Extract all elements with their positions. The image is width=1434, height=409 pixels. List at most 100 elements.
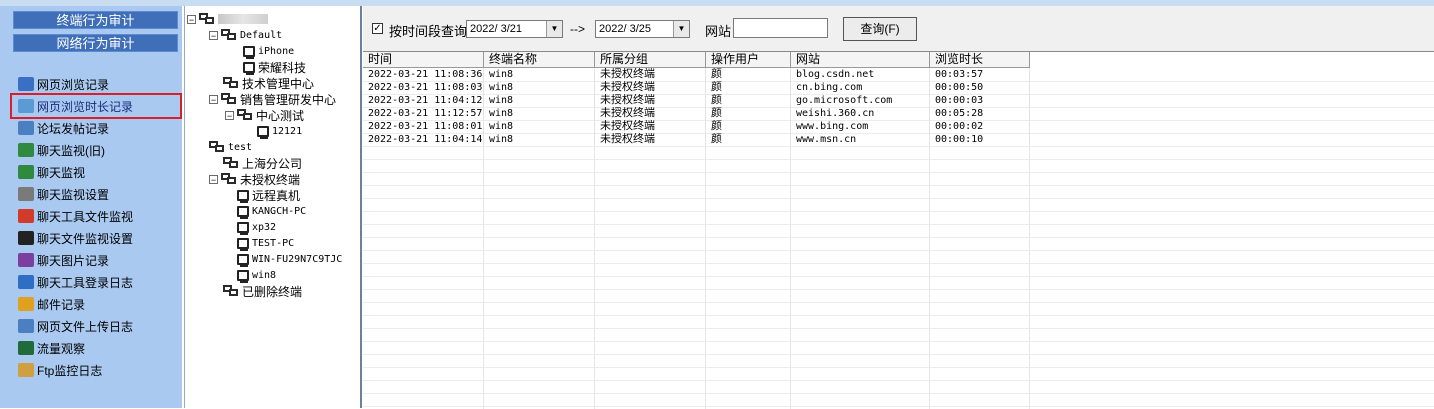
network-audit-button[interactable]: 网络行为审计: [13, 34, 178, 52]
row-gridline: [363, 380, 1434, 381]
table-row[interactable]: 2022-03-21 11:04:12 win8 未授权终端颜 go.microsof…: [363, 94, 1434, 107]
tree-node[interactable]: 技术管理中心: [223, 75, 314, 91]
sidebar-item[interactable]: 聊天工具文件监视: [18, 205, 178, 227]
end-date-picker[interactable]: 2022/ 3/25 ▼: [595, 20, 690, 38]
site-input[interactable]: [733, 18, 828, 38]
terminal-tree[interactable]: − − Default iPhone 荣耀科技 技术管理中心 − 销售管理研发中心 − 中心测试 1…: [184, 6, 362, 408]
tree-node-label: iPhone: [258, 45, 295, 57]
sidebar-item-label: Ftp监控日志: [37, 363, 103, 378]
computer-icon: [257, 125, 269, 139]
table-cell: 00:00:10: [930, 133, 1030, 146]
tree-node[interactable]: −: [187, 11, 268, 27]
table-cell: 00:00:50: [930, 81, 1030, 94]
computer-icon: [243, 45, 255, 59]
sidebar-item[interactable]: 聊天图片记录: [18, 249, 178, 271]
sidebar-item[interactable]: 聊天文件监视设置: [18, 227, 178, 249]
row-gridline: [363, 263, 1434, 264]
table-row[interactable]: 2022-03-21 11:08:01 win8 未授权终端颜 www.bing.co…: [363, 120, 1434, 133]
sidebar-item[interactable]: 邮件记录: [18, 293, 178, 315]
tree-node[interactable]: − 未授权终端: [209, 171, 300, 187]
row-gridline: [363, 393, 1434, 394]
tree-node[interactable]: TEST-PC: [237, 235, 294, 251]
tree-node[interactable]: test: [209, 139, 252, 155]
row-gridline: [363, 367, 1434, 368]
computer-icon: [237, 189, 249, 203]
table-cell: 00:00:02: [930, 120, 1030, 133]
time-range-checkbox[interactable]: ✓: [372, 23, 383, 34]
tree-node[interactable]: iPhone: [243, 43, 294, 59]
tree-node[interactable]: 上海分公司: [223, 155, 302, 171]
row-gridline: [363, 185, 1434, 186]
tree-node[interactable]: xp32: [237, 219, 276, 235]
login-log-icon: [18, 275, 34, 289]
column-header[interactable]: 所属分组: [595, 52, 706, 67]
sidebar-item[interactable]: 网页浏览时长记录: [10, 93, 182, 119]
tree-node[interactable]: win8: [237, 267, 276, 283]
tree-node[interactable]: WIN-FU29N7C9TJC: [237, 251, 342, 267]
sidebar-item[interactable]: Ftp监控日志: [18, 359, 178, 381]
table-row[interactable]: 2022-03-21 11:04:14 win8 未授权终端颜 www.msn.cn 0…: [363, 133, 1434, 146]
collapse-toggle-icon[interactable]: −: [209, 30, 218, 40]
tree-node[interactable]: KANGCH-PC: [237, 203, 306, 219]
query-button[interactable]: 查询(F): [843, 17, 917, 41]
sidebar-item-label: 聊天监视: [37, 165, 86, 180]
column-header[interactable]: 操作用户: [706, 52, 791, 67]
chevron-down-icon[interactable]: ▼: [673, 21, 689, 37]
tree-node[interactable]: 远程真机: [237, 187, 300, 203]
sidebar-item[interactable]: 网页文件上传日志: [18, 315, 178, 337]
time-range-label: 按时间段查询: [389, 24, 468, 39]
row-gridline: [363, 211, 1434, 212]
table-row[interactable]: 2022-03-21 11:08:36 win8 未授权终端颜 blog.csdn.n…: [363, 68, 1434, 81]
table-cell: 未授权终端: [595, 94, 706, 107]
table-cell: 颜: [706, 133, 791, 146]
table-cell: 00:03:57: [930, 68, 1030, 81]
table-cell: 2022-03-21 11:12:57: [363, 107, 484, 120]
row-gridline: [363, 354, 1434, 355]
tree-node[interactable]: − 中心测试: [225, 107, 304, 123]
sidebar-item[interactable]: 聊天工具登录日志: [18, 271, 178, 293]
table-cell: www.bing.com: [791, 120, 930, 133]
sidebar-item[interactable]: 聊天监视(旧): [18, 139, 178, 161]
tree-node[interactable]: 荣耀科技: [243, 59, 306, 75]
column-header[interactable]: 终端名称: [484, 52, 595, 67]
chat-monitor-icon: [18, 143, 34, 157]
row-gridline: [363, 250, 1434, 251]
column-header[interactable]: 网站: [791, 52, 930, 67]
tree-node-label: xp32: [252, 221, 277, 233]
sidebar-item[interactable]: 网页浏览记录: [18, 73, 178, 95]
row-gridline: [363, 302, 1434, 303]
table-cell: 颜: [706, 107, 791, 120]
table-cell: win8: [484, 107, 595, 120]
table-cell: blog.csdn.net: [791, 68, 930, 81]
collapse-toggle-icon[interactable]: −: [225, 110, 234, 120]
table-row[interactable]: 2022-03-21 11:12:57 win8 未授权终端颜 weishi.360.…: [363, 107, 1434, 120]
tree-node-label: 12121: [272, 125, 303, 137]
tree-node[interactable]: − 销售管理研发中心: [209, 91, 336, 107]
table-cell: 颜: [706, 68, 791, 81]
terminal-audit-button[interactable]: 终端行为审计: [13, 11, 178, 29]
computer-icon: [237, 253, 249, 267]
collapse-toggle-icon[interactable]: −: [209, 174, 218, 184]
sidebar-item-label: 网页浏览时长记录: [37, 99, 134, 114]
main-panel: ✓ 按时间段查询 2022/ 3/21 ▼ --> 2022/ 3/25 ▼ 网…: [363, 6, 1434, 409]
sidebar-item[interactable]: 聊天监视设置: [18, 183, 178, 205]
computer-icon: [243, 61, 255, 75]
collapse-toggle-icon[interactable]: −: [209, 94, 218, 104]
sidebar-item[interactable]: 论坛发帖记录: [18, 117, 178, 139]
left-navigation-pane: 终端行为审计 网络行为审计 网页浏览记录网页浏览时长记录论坛发帖记录 聊天监视(旧…: [0, 6, 182, 408]
collapse-toggle-icon[interactable]: −: [187, 14, 196, 24]
table-row[interactable]: 2022-03-21 11:08:03 win8 未授权终端颜 cn.bing.com…: [363, 81, 1434, 94]
tree-node[interactable]: − Default: [209, 27, 282, 43]
sidebar-item[interactable]: 聊天监视: [18, 161, 178, 183]
tree-node[interactable]: 已删除终端: [223, 283, 302, 299]
audit-menu-list: 网页浏览记录网页浏览时长记录论坛发帖记录 聊天监视(旧) 聊天监视聊天监视设置 聊天工…: [10, 73, 182, 381]
column-header[interactable]: 时间: [363, 52, 484, 67]
chevron-down-icon[interactable]: ▼: [546, 21, 562, 37]
table-cell: win8: [484, 81, 595, 94]
sidebar-item[interactable]: 流量观察: [18, 337, 178, 359]
tree-node[interactable]: 12121: [257, 123, 302, 139]
computer-icon: [237, 269, 249, 283]
column-header[interactable]: 浏览时长: [930, 52, 1030, 67]
table-cell: www.msn.cn: [791, 133, 930, 146]
start-date-picker[interactable]: 2022/ 3/21 ▼: [466, 20, 563, 38]
